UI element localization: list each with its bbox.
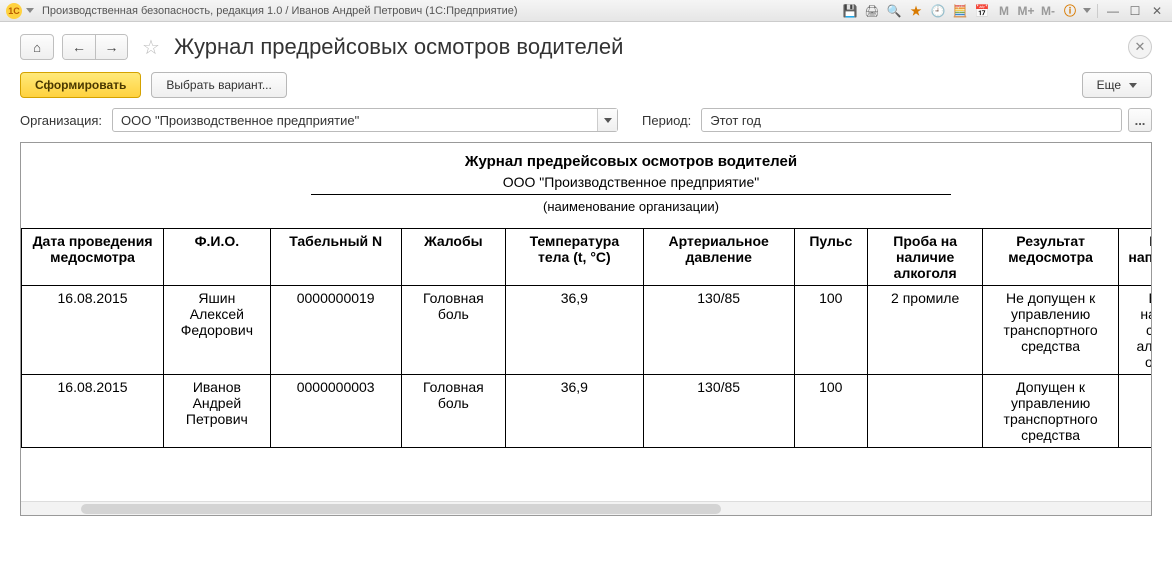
cell-pressure: 130/85 (643, 286, 794, 375)
titlebar: 1C Производственная безопасность, редакц… (0, 0, 1172, 22)
form-button[interactable]: Сформировать (20, 72, 141, 98)
org-label: Организация: (20, 113, 102, 128)
cell-fio: Яшин Алексей Федорович (164, 286, 271, 375)
back-button[interactable]: ← (63, 35, 95, 59)
table-header-row: Дата проведения медосмотра Ф.И.О. Табель… (22, 229, 1152, 286)
window-title: Производственная безопасность, редакция … (42, 5, 518, 17)
info-dropdown-icon[interactable] (1083, 8, 1091, 13)
maximize-icon[interactable]: ☐ (1126, 3, 1144, 19)
cell-complaint: Головная боль (401, 286, 505, 375)
cell-reason: - (1118, 375, 1151, 448)
app-icon: 1C (6, 3, 22, 19)
m-plus-icon[interactable]: M+ (1017, 3, 1035, 19)
m-icon[interactable]: M (995, 3, 1013, 19)
close-page-button[interactable]: ✕ (1128, 35, 1152, 59)
preview-icon[interactable]: 🔍 (885, 3, 903, 19)
calc-icon[interactable]: 🧮 (951, 3, 969, 19)
scrollbar-thumb[interactable] (81, 504, 721, 514)
calendar-icon[interactable]: 📅 (973, 3, 991, 19)
m-minus-icon[interactable]: M- (1039, 3, 1057, 19)
col-reason: Причина направления к врачу (1118, 229, 1151, 286)
period-combo[interactable]: Этот год (701, 108, 1122, 132)
cell-pulse: 100 (794, 375, 867, 448)
cell-pressure: 130/85 (643, 375, 794, 448)
separator (1097, 4, 1098, 18)
nav-back-forward: ← → (62, 34, 128, 60)
chevron-down-icon (1129, 83, 1137, 88)
col-tabn: Табельный N (270, 229, 401, 286)
col-temp: Температура тела (t, °С) (506, 229, 644, 286)
more-button-label: Еще (1097, 78, 1121, 92)
history-icon[interactable]: 🕘 (929, 3, 947, 19)
toolbar: Сформировать Выбрать вариант... Еще (0, 68, 1172, 108)
cell-pulse: 100 (794, 286, 867, 375)
period-combo-value: Этот год (710, 113, 1121, 128)
table-row: 16.08.2015 Яшин Алексей Федорович 000000… (22, 286, 1152, 375)
col-alcohol: Проба на наличие алкоголя (867, 229, 982, 286)
col-result: Результат медосмотра (983, 229, 1118, 286)
horizontal-scrollbar[interactable] (21, 501, 1151, 515)
cell-reason: Водитель находится в состоянии алкогольн… (1118, 286, 1151, 375)
col-date: Дата проведения медосмотра (22, 229, 164, 286)
choose-variant-button[interactable]: Выбрать вариант... (151, 72, 286, 98)
cell-alcohol: 2 промиле (867, 286, 982, 375)
col-pressure: Артериальное давление (643, 229, 794, 286)
cell-temp: 36,9 (506, 286, 644, 375)
cell-tabn: 0000000019 (270, 286, 401, 375)
cell-date: 16.08.2015 (22, 286, 164, 375)
cell-fio: Иванов Андрей Петрович (164, 375, 271, 448)
report-area: Журнал предрейсовых осмотров водителей О… (20, 142, 1152, 516)
minimize-icon[interactable]: — (1104, 3, 1122, 19)
org-combo[interactable]: ООО "Производственное предприятие" (112, 108, 618, 132)
favorite-star-icon[interactable]: ☆ (142, 35, 160, 60)
report-subtitle: ООО "Производственное предприятие" (21, 172, 1151, 192)
close-window-icon[interactable]: ✕ (1148, 3, 1166, 19)
col-pulse: Пульс (794, 229, 867, 286)
favorite-icon[interactable]: ★ (907, 3, 925, 19)
cell-complaint: Головная боль (401, 375, 505, 448)
col-fio: Ф.И.О. (164, 229, 271, 286)
more-button[interactable]: Еще (1082, 72, 1152, 98)
report-table: Дата проведения медосмотра Ф.И.О. Табель… (21, 228, 1151, 448)
cell-tabn: 0000000003 (270, 375, 401, 448)
info-icon[interactable]: ⓘ (1061, 3, 1079, 19)
home-button[interactable]: ⌂ (20, 34, 54, 60)
org-combo-dropdown-button[interactable] (597, 109, 617, 131)
cell-alcohol (867, 375, 982, 448)
save-icon[interactable]: 💾 (841, 3, 859, 19)
report-caption: (наименование организации) (21, 195, 1151, 228)
period-label: Период: (642, 113, 691, 128)
page-title: Журнал предрейсовых осмотров водителей (174, 34, 623, 60)
period-choose-button[interactable]: ... (1128, 108, 1152, 132)
cell-result: Допущен к управлению транспортного средс… (983, 375, 1118, 448)
print-icon[interactable]: 🖨 (863, 3, 881, 19)
table-row: 16.08.2015 Иванов Андрей Петрович 000000… (22, 375, 1152, 448)
cell-result: Не допущен к управлению транспортного ср… (983, 286, 1118, 375)
report-scroll[interactable]: Журнал предрейсовых осмотров водителей О… (21, 143, 1151, 501)
page-header: ⌂ ← → ☆ Журнал предрейсовых осмотров вод… (0, 22, 1172, 68)
report-title: Журнал предрейсовых осмотров водителей (21, 143, 1151, 172)
chevron-down-icon (604, 118, 612, 123)
col-complaint: Жалобы (401, 229, 505, 286)
titlebar-menu-dropdown-icon[interactable] (26, 8, 34, 13)
filter-row: Организация: ООО "Производственное предп… (0, 108, 1172, 142)
forward-button[interactable]: → (95, 35, 127, 59)
cell-temp: 36,9 (506, 375, 644, 448)
org-combo-value: ООО "Производственное предприятие" (121, 113, 597, 128)
cell-date: 16.08.2015 (22, 375, 164, 448)
